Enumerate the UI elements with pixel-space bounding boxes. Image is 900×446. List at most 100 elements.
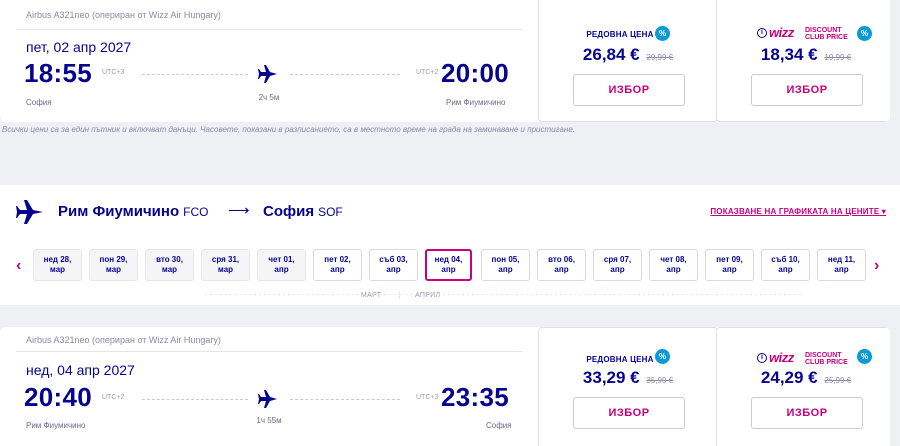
price-value: 24,29 € (760, 368, 818, 387)
arrival-time: 20:00 (441, 58, 509, 88)
departure-time: 18:55 (24, 58, 92, 88)
wdc-price: 18,34 € 19,99 € (717, 45, 890, 65)
date-chip-day: пет 02, (324, 255, 351, 264)
origin-code: FCO (183, 205, 209, 219)
route-line (290, 399, 400, 400)
flight-duration: 1ч 55м (256, 416, 282, 425)
wdc-price-box: i wizz DISCOUNT CLUB PRICE % 24,29 € 25,… (716, 327, 890, 446)
date-chip[interactable]: пет 09, апр (705, 249, 754, 281)
info-icon[interactable]: i (757, 353, 767, 363)
date-chip[interactable]: пон 29, мар (89, 249, 138, 281)
wdc-price: 24,29 € 25,99 € (717, 368, 890, 388)
arrival-city: София (486, 421, 512, 430)
flight-date: пет, 02 апр 2027 (26, 39, 132, 55)
departure-time: 20:40 (24, 382, 92, 412)
date-chip-month: апр (498, 265, 513, 274)
regular-price-box: РЕДОВНА ЦЕНА % 33,29 € 35,99 € ИЗБОР (538, 327, 718, 446)
date-chip-month: апр (610, 265, 625, 274)
info-icon[interactable]: i (757, 28, 767, 38)
date-chip[interactable]: пет 02, апр (313, 249, 362, 281)
date-chip-day: пон 29, (99, 255, 128, 264)
date-chip-month: мар (49, 265, 66, 274)
date-chip[interactable]: вто 06, апр (537, 249, 586, 281)
discount-badge-icon: % (655, 349, 670, 364)
date-chip-day: нед 04, (434, 255, 463, 264)
date-chip-month: мар (161, 265, 178, 274)
divider (16, 351, 522, 352)
departure-city: София (26, 98, 52, 107)
date-chip[interactable]: нед 28, мар (33, 249, 82, 281)
date-chip[interactable]: съб 10, апр (761, 249, 810, 281)
chevron-left-icon[interactable]: ‹ (16, 257, 21, 275)
select-wdc-button[interactable]: ИЗБОР (751, 74, 863, 106)
chevron-right-icon[interactable]: › (874, 257, 879, 275)
wizz-logo: wizz (769, 350, 794, 365)
regular-price-label: РЕДОВНА ЦЕНА (586, 355, 654, 364)
date-chip[interactable]: вто 30, мар (145, 249, 194, 281)
select-regular-button[interactable]: ИЗБОР (573, 74, 685, 106)
arrival-time: 23:35 (441, 382, 509, 412)
date-chip[interactable]: пон 05, апр (481, 249, 530, 281)
date-chip[interactable]: нед 04, апр (425, 249, 472, 281)
plane-icon (16, 200, 43, 224)
arrival-utc: UTC+3 (416, 394, 439, 401)
date-chip-day: нед 11, (827, 255, 856, 264)
date-chip[interactable]: сря 07, апр (593, 249, 642, 281)
date-chip-day: нед 28, (43, 255, 72, 264)
origin: Рим Фиумичино FCO (58, 203, 208, 220)
old-price: 19,99 € (824, 53, 852, 62)
divider (16, 29, 522, 30)
regular-price: 26,84 € 29,99 € (539, 45, 717, 65)
discount-badge-icon: % (857, 349, 872, 364)
date-chip-month: апр (834, 265, 849, 274)
destination-code: SOF (318, 205, 343, 219)
date-chip[interactable]: чет 08, апр (649, 249, 698, 281)
date-chip-day: пет 09, (716, 255, 743, 264)
month-labels: - - - - - - - - - - - - - - - - - - - - … (205, 292, 802, 299)
old-price: 25,99 € (824, 376, 852, 385)
select-wdc-button[interactable]: ИЗБОР (751, 397, 863, 429)
date-chip-day: вто 06, (548, 255, 575, 264)
date-chip-month: апр (666, 265, 681, 274)
date-chip[interactable]: нед 11, апр (817, 249, 866, 281)
plane-icon (258, 65, 277, 83)
plane-icon (258, 390, 277, 408)
aircraft-info: Airbus A321neo (опериран от Wizz Air Hun… (26, 335, 221, 345)
flight-info: Airbus A321neo (опериран от Wizz Air Hun… (0, 327, 530, 446)
old-price: 35,99 € (646, 376, 674, 385)
date-chip-month: апр (386, 265, 401, 274)
price-disclaimer: Всички цени са за един пътник и включват… (2, 125, 575, 134)
route-header: Рим Фиумичино FCO ⟶ София SOF ПОКАЗВАНЕ НА… (0, 185, 900, 239)
price-value: 18,34 € (760, 45, 818, 64)
price-value: 26,84 € (582, 45, 640, 64)
date-chip-month: мар (105, 265, 122, 274)
wizz-logo: wizz (769, 25, 794, 40)
date-chip[interactable]: съб 03, апр (369, 249, 418, 281)
date-chip-day: сря 31, (211, 255, 240, 264)
old-price: 29,99 € (646, 53, 674, 62)
wdc-logo: i wizz DISCOUNT CLUB PRICE (753, 350, 867, 368)
aircraft-info: Airbus A321neo (опериран от Wizz Air Hun… (26, 10, 221, 20)
date-chip-month: апр (778, 265, 793, 274)
date-chip[interactable]: сря 31, мар (201, 249, 250, 281)
regular-price-label: РЕДОВНА ЦЕНА (586, 30, 654, 39)
date-chip-day: вто 30, (156, 255, 183, 264)
date-chip[interactable]: чет 01, апр (257, 249, 306, 281)
price-chart-link[interactable]: ПОКАЗВАНЕ НА ГРАФИКАТА НА ЦЕНИТЕ ▾ (710, 207, 886, 216)
wdc-logo-text: DISCOUNT CLUB PRICE (805, 352, 848, 366)
discount-badge-icon: % (655, 26, 670, 41)
date-chip-day: сря 07, (603, 255, 632, 264)
discount-badge-icon: % (857, 26, 872, 41)
regular-price: 33,29 € 35,99 € (539, 368, 717, 388)
date-chip-month: апр (274, 265, 289, 274)
wdc-logo-text: DISCOUNT CLUB PRICE (805, 27, 848, 41)
arrow-right-icon: ⟶ (228, 202, 250, 219)
origin-city: Рим Фиумичино (58, 203, 180, 220)
wdc-logo: i wizz DISCOUNT CLUB PRICE (753, 25, 867, 43)
arrival-utc: UTC+2 (416, 69, 439, 76)
route-line (142, 399, 248, 400)
select-regular-button[interactable]: ИЗБОР (573, 397, 685, 429)
date-selector: ‹ нед 28, мар пон 29, мар вто 30, мар сря 31, м… (0, 239, 900, 305)
flight-info: Airbus A321neo (опериран от Wizz Air Hun… (0, 0, 530, 122)
date-chip-day: чет 08, (660, 255, 687, 264)
